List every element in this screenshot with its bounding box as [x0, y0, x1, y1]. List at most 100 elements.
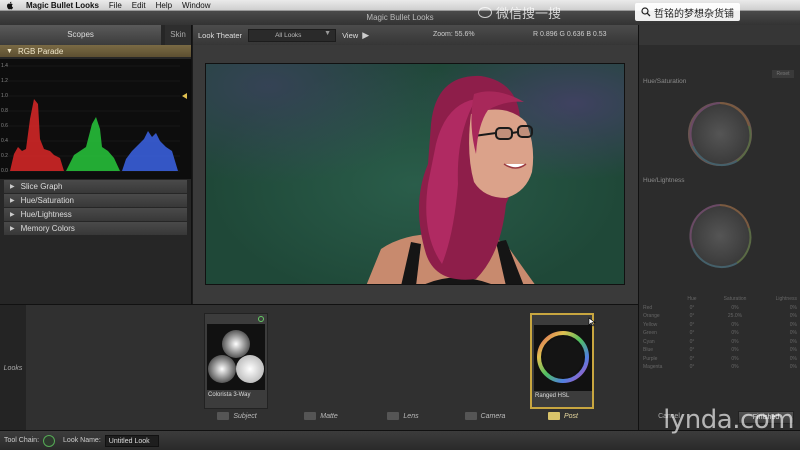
tab-scopes[interactable]: Scopes [0, 25, 162, 45]
tool-card-name: Ranged HSL [535, 393, 570, 399]
scope-y-tick: 0.4 [1, 138, 8, 144]
disclosure-closed-icon: ▶ [10, 184, 15, 190]
view-button[interactable]: View [342, 31, 358, 40]
power-icon[interactable] [258, 316, 264, 322]
table-header-cell: Saturation [723, 296, 747, 303]
matte-icon [304, 412, 317, 420]
table-cell[interactable]: 0% [713, 305, 757, 311]
play-icon[interactable]: ▶ [362, 30, 369, 41]
table-cell[interactable]: 0% [713, 339, 757, 345]
rgb-readout: R 0.896 G 0.636 B 0.53 [533, 31, 607, 38]
disclosure-open-icon: ▼ [6, 47, 13, 55]
table-row[interactable]: Yellow 0° 0% 0% [643, 321, 797, 330]
table-row[interactable]: Green 0° 0% 0% [643, 329, 797, 338]
theater-toolbar: Look Theater All Looks ▼ View ▶ Zoom: 55… [193, 25, 638, 45]
table-cell[interactable]: 0° [671, 330, 713, 336]
table-cell[interactable]: 0% [757, 347, 797, 353]
stage-label: Matte [320, 412, 338, 420]
section-slice-graph[interactable]: ▶ Slice Graph [4, 180, 187, 193]
section-label: Hue/Lightness [20, 210, 72, 219]
table-row[interactable]: Blue 0° 0% 0% [643, 346, 797, 355]
table-cell[interactable]: 0° [671, 313, 713, 319]
stage-post[interactable]: Post [528, 409, 598, 423]
table-cell[interactable]: 0% [757, 322, 797, 328]
table-row[interactable]: Cyan 0° 0% 0% [643, 338, 797, 347]
hue-lightness-label: Hue/Lightness [643, 177, 685, 184]
hue-lightness-wheel[interactable] [687, 203, 753, 269]
controls-topbar [639, 25, 800, 45]
rgb-parade-header[interactable]: ▼ RGB Parade [0, 45, 191, 57]
tool-card-ranged-hsl[interactable]: Ranged HSL [530, 313, 596, 409]
table-cell[interactable]: 25.0% [713, 313, 757, 319]
stage-subject[interactable]: Subject [202, 409, 272, 423]
look-theater-label: Look Theater [198, 30, 243, 40]
table-cell[interactable]: 0° [671, 339, 713, 345]
menu-edit[interactable]: Edit [132, 1, 146, 10]
tool-card-colorista[interactable]: Colorista 3-Way [204, 313, 268, 409]
shop-text: 哲铭的梦想杂货铺 [654, 8, 734, 20]
weixin-watermark: 微信搜一搜 [478, 3, 561, 22]
stage-camera[interactable]: Camera [450, 409, 520, 423]
look-name-label: Look Name: [63, 437, 101, 444]
table-cell[interactable]: 0% [713, 364, 757, 370]
menu-help[interactable]: Help [156, 1, 172, 10]
section-hue-saturation[interactable]: ▶ Hue/Saturation [4, 194, 187, 207]
post-icon [547, 412, 560, 420]
camera-icon [464, 412, 477, 420]
table-cell[interactable]: 0% [713, 356, 757, 362]
wechat-icon [478, 6, 492, 18]
tool-card-name: Colorista 3-Way [208, 392, 251, 398]
section-label: Hue/Saturation [20, 196, 74, 205]
section-hue-lightness[interactable]: ▶ Hue/Lightness [4, 208, 187, 221]
table-cell[interactable]: 0% [757, 356, 797, 362]
look-name-field[interactable]: Untitled Look [104, 434, 159, 447]
reset-button[interactable]: Reset [772, 70, 794, 78]
table-row[interactable]: Purple 0° 0% 0% [643, 355, 797, 364]
section-memory-colors[interactable]: ▶ Memory Colors [4, 222, 187, 235]
table-cell[interactable]: 0° [671, 364, 713, 370]
tool-controls-panel: Reset Hue/Saturation Hue/Lightness Hue S… [638, 25, 800, 430]
looks-filter-select[interactable]: All Looks ▼ [248, 28, 337, 42]
power-icon[interactable] [43, 434, 56, 447]
scopes-tabs: Scopes Skin [0, 25, 191, 45]
table-cell[interactable]: 0% [757, 330, 797, 336]
scope-y-tick: 1.4 [1, 63, 8, 69]
section-label: Slice Graph [20, 182, 63, 191]
stage-matte[interactable]: Matte [286, 409, 356, 423]
app-menu[interactable]: Magic Bullet Looks [26, 1, 99, 10]
table-cell: Green [643, 330, 657, 337]
scope-y-tick: 0.0 [1, 168, 8, 174]
table-cell[interactable]: 0% [757, 305, 797, 311]
scope-level-marker[interactable] [182, 93, 187, 99]
woman-portrait [366, 75, 535, 284]
stage-lens[interactable]: Lens [368, 409, 438, 423]
table-cell[interactable]: 0% [757, 313, 797, 319]
table-cell[interactable]: 0% [713, 322, 757, 328]
table-header-cell: Lightness [775, 296, 797, 303]
preview-image[interactable] [205, 63, 625, 285]
table-cell: Purple [643, 355, 658, 362]
looks-filter-value: All Looks [275, 31, 302, 39]
apple-icon[interactable] [6, 1, 14, 10]
table-row[interactable]: Orange 0° 25.0% 0% [643, 312, 797, 321]
table-cell[interactable]: 0° [671, 347, 713, 353]
three-way-wheels-icon [208, 330, 264, 383]
table-cell[interactable]: 0% [713, 330, 757, 336]
tab-skin[interactable]: Skin [165, 25, 191, 45]
table-cell[interactable]: 0% [757, 364, 797, 370]
table-row[interactable]: Magenta 0° 0% 0% [643, 363, 797, 372]
hue-saturation-wheel[interactable] [687, 101, 753, 167]
table-cell[interactable]: 0° [671, 305, 713, 311]
green-channel-wave [66, 117, 120, 171]
tool-chain-label: Tool Chain: [4, 437, 40, 444]
scope-y-tick: 1.2 [1, 78, 8, 84]
look-theater: Look Theater All Looks ▼ View ▶ Zoom: 55… [193, 25, 638, 304]
table-cell[interactable]: 0% [713, 347, 757, 353]
table-cell[interactable]: 0° [671, 356, 713, 362]
table-cell[interactable]: 0% [757, 339, 797, 345]
menu-window[interactable]: Window [182, 1, 210, 10]
table-cell: Blue [643, 347, 654, 354]
table-cell[interactable]: 0° [671, 322, 713, 328]
table-row[interactable]: Red 0° 0% 0% [643, 304, 797, 313]
menu-file[interactable]: File [109, 1, 122, 10]
